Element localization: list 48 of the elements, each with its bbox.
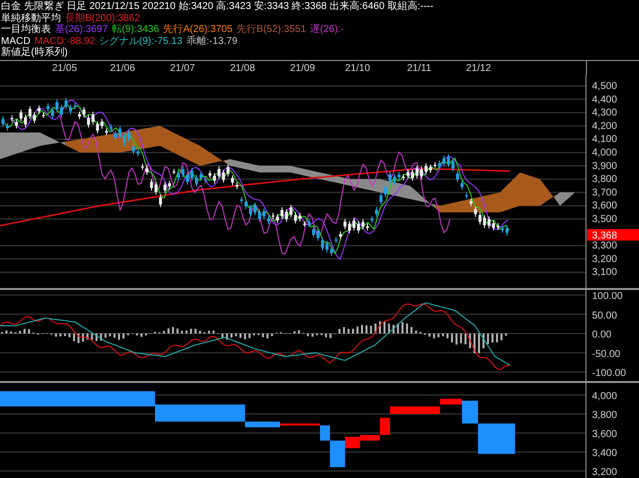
- price-axis-label: 3,100: [592, 267, 618, 278]
- price-axis-label: 3,500: [592, 214, 618, 225]
- price-axis-label: 4,500: [592, 81, 618, 92]
- new-price-axis-label: 3,400: [592, 448, 618, 459]
- header-text: MACD: [1, 36, 30, 47]
- date-axis-label: 21/06: [110, 62, 136, 76]
- header-text: 白金 先限繋ぎ 日足 2021/12/15 202210 始:3420 高:3423 安:3343 終:3368 出来高:6460 取組高:----: [1, 1, 434, 12]
- date-axis-label: 21/08: [230, 62, 256, 76]
- header-text: 転(9):3436: [112, 24, 160, 36]
- price-axis-label: 3,700: [592, 187, 618, 198]
- macd-axis-label: 50.00: [592, 310, 618, 322]
- date-axis-label: 21/05: [52, 62, 78, 76]
- new-price-axis-label: 4,000: [592, 391, 618, 402]
- header-text: 遅(26):-: [310, 24, 344, 36]
- new-price-axis-label: 3,200: [592, 467, 618, 478]
- price-axis-label: 4,400: [592, 94, 618, 106]
- header-text: シグナル(9):-75.13: [99, 36, 182, 47]
- header-text: MACD:-88.92: [34, 36, 96, 47]
- price-axis-label: 4,300: [592, 108, 618, 119]
- macd-axis-label: -50.00: [592, 348, 620, 360]
- header-text: 長期B(200):3862: [65, 12, 140, 24]
- new-price-bar: [390, 406, 440, 414]
- last-price-label: 3,368: [587, 229, 639, 242]
- price-axis-label: 3,600: [592, 200, 618, 212]
- price-axis-label: 4,100: [592, 134, 618, 146]
- price-axis-label: 3,300: [592, 240, 618, 252]
- macd-axis-label: 100.00: [592, 291, 623, 302]
- new-price-axis-label: 3,600: [592, 429, 618, 440]
- price-axis-label: 3,200: [592, 254, 618, 265]
- header-text: 先行A(26):3705: [163, 24, 233, 36]
- price-axis-label: 3,900: [592, 160, 618, 172]
- header-text: 一目均衡表: [1, 24, 51, 36]
- price-axis-label: 4,200: [592, 120, 618, 132]
- header-text: 単純移動平均: [1, 12, 61, 24]
- header-text: 先行B(52):3551: [236, 24, 306, 36]
- date-axis-label: 21/10: [345, 62, 370, 76]
- date-axis-label: 21/09: [290, 62, 316, 76]
- header-text: 乖離:-13.79: [186, 36, 238, 47]
- header-text: 新値足(時系列): [1, 47, 68, 58]
- price-axis-label: 3,800: [592, 174, 618, 186]
- price-axis-label: 4,000: [592, 148, 618, 158]
- new-price-axis-label: 3,800: [592, 410, 618, 421]
- date-axis-label: 21/07: [170, 62, 196, 76]
- date-axis-label: 21/11: [407, 62, 432, 76]
- header-text: 基(26):3697: [55, 24, 108, 36]
- macd-axis-label: 0.00: [592, 330, 612, 340]
- macd-axis-label: -100.00: [592, 368, 626, 379]
- date-axis-label: 21/12: [466, 62, 492, 76]
